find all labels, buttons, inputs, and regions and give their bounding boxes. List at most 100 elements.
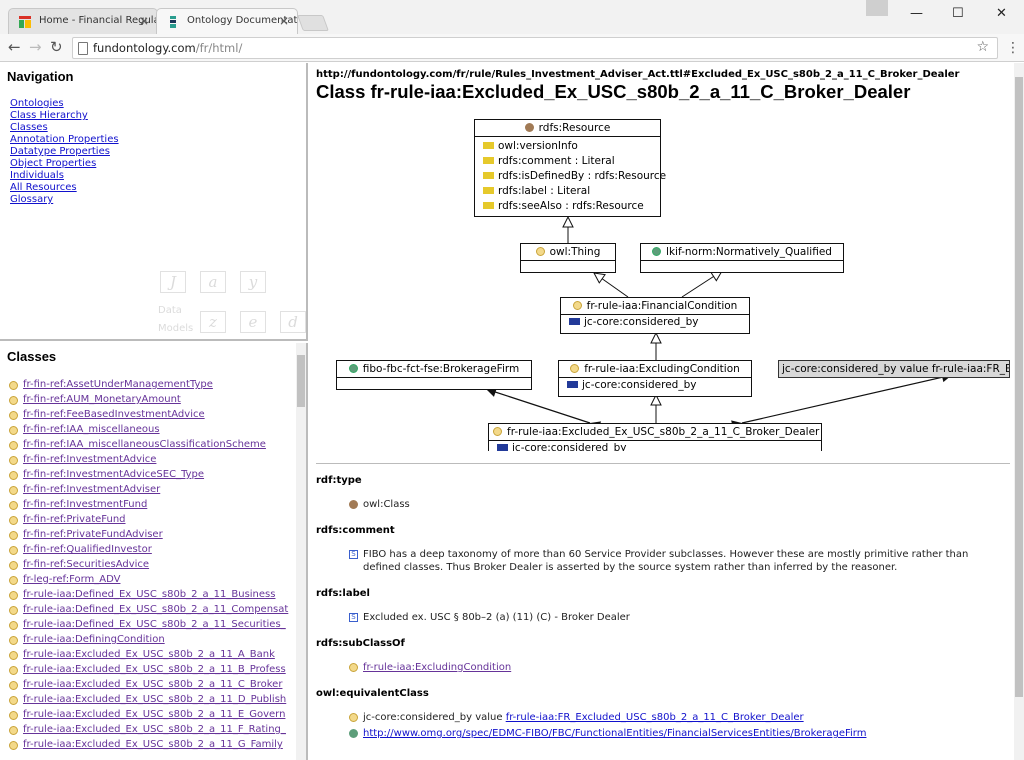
class-list-item[interactable]: fr-fin-ref:InvestmentAdviser — [0, 483, 306, 498]
class-link[interactable]: fr-fin-ref:QualifiedInvestor — [23, 544, 152, 555]
class-link[interactable]: fr-fin-ref:AUM_MonetaryAmount — [23, 394, 181, 405]
class-link[interactable]: fr-fin-ref:AssetUnderManagementType — [23, 379, 213, 390]
class-list-item[interactable]: fr-fin-ref:FeeBasedInvestmentAdvice — [0, 408, 306, 423]
divider — [316, 463, 1010, 464]
scrollbar-thumb[interactable] — [1015, 77, 1023, 697]
class-list-item[interactable]: fr-fin-ref:QualifiedInvestor — [0, 543, 306, 558]
menu-kebab-icon[interactable]: ⋮ — [1006, 40, 1020, 56]
class-link[interactable]: fr-rule-iaa:Excluded_Ex_USC_s80b_2_a_11_… — [23, 679, 282, 690]
class-link[interactable]: fr-rule-iaa:DefiningCondition — [23, 634, 165, 645]
minimize-button[interactable]: — — [910, 6, 923, 21]
class-link[interactable]: fr-fin-ref:PrivateFundAdviser — [23, 529, 163, 540]
class-icon — [9, 471, 18, 480]
nav-link-ontologies[interactable]: Ontologies — [10, 98, 306, 110]
class-link[interactable]: fr-rule-iaa:Excluded_Ex_USC_s80b_2_a_11_… — [23, 664, 286, 675]
nav-link-object-properties[interactable]: Object Properties — [10, 158, 306, 170]
class-list-item[interactable]: fr-fin-ref:IAA_miscellaneousClassificati… — [0, 438, 306, 453]
nav-link-datatype-properties[interactable]: Datatype Properties — [10, 146, 306, 158]
new-tab-button[interactable] — [297, 15, 329, 31]
class-list-item[interactable]: fr-fin-ref:InvestmentFund — [0, 498, 306, 513]
uml-box-excluding-condition[interactable]: fr-rule-iaa:ExcludingCondition jc-core:c… — [558, 360, 752, 397]
scrollbar-thumb[interactable] — [297, 355, 305, 407]
nav-link-annotation-properties[interactable]: Annotation Properties — [10, 134, 306, 146]
class-list-item[interactable]: fr-fin-ref:InvestmentAdviceSEC_Type — [0, 468, 306, 483]
class-list-item[interactable]: fr-fin-ref:SecuritiesAdvice — [0, 558, 306, 573]
class-list-item[interactable]: fr-rule-iaa:Excluded_Ex_USC_s80b_2_a_11_… — [0, 663, 306, 678]
equivalent-class-link[interactable]: fr-rule-iaa:FR_Excluded_USC_s80b_2_a_11_… — [506, 712, 804, 723]
class-list-item[interactable]: fr-fin-ref:IAA_miscellaneous — [0, 423, 306, 438]
class-list-item[interactable]: fr-rule-iaa:Excluded_Ex_USC_s80b_2_a_11_… — [0, 708, 306, 723]
class-link[interactable]: fr-fin-ref:IAA_miscellaneous — [23, 424, 160, 435]
nav-link-class-hierarchy[interactable]: Class Hierarchy — [10, 110, 306, 122]
edge-financial-thing — [594, 273, 629, 298]
class-icon — [9, 621, 18, 630]
nav-link-glossary[interactable]: Glossary — [10, 194, 306, 206]
class-list-item[interactable]: fr-rule-iaa:Excluded_Ex_USC_s80b_2_a_11_… — [0, 648, 306, 663]
nav-link-individuals[interactable]: Individuals — [10, 170, 306, 182]
class-link[interactable]: fr-fin-ref:InvestmentAdviser — [23, 484, 160, 495]
class-list-item[interactable]: fr-fin-ref:AssetUnderManagementType — [0, 378, 306, 393]
url-path: /fr/html/ — [195, 41, 243, 55]
class-list-item[interactable]: fr-rule-iaa:Defined_Ex_USC_s80b_2_a_11_C… — [0, 603, 306, 618]
profile-icon[interactable] — [866, 0, 888, 16]
class-link[interactable]: fr-rule-iaa:Excluded_Ex_USC_s80b_2_a_11_… — [23, 694, 286, 705]
property-icon — [483, 187, 494, 194]
back-arrow-icon[interactable]: ← — [8, 38, 21, 56]
class-list-item[interactable]: fr-rule-iaa:Excluded_Ex_USC_s80b_2_a_11_… — [0, 723, 306, 738]
class-list-item[interactable]: fr-fin-ref:PrivateFund — [0, 513, 306, 528]
edge-main-restriction — [731, 372, 953, 431]
class-link[interactable]: fr-rule-iaa:Defined_Ex_USC_s80b_2_a_11_S… — [23, 619, 286, 630]
class-list-item[interactable]: fr-rule-iaa:Defined_Ex_USC_s80b_2_a_11_S… — [0, 618, 306, 633]
uml-box-rdfs-resource[interactable]: rdfs:Resource owl:versionInfo rdfs:comme… — [474, 119, 666, 217]
tab-close-icon[interactable]: × — [279, 14, 289, 28]
classes-scrollbar[interactable] — [296, 343, 306, 760]
tab-home[interactable]: Home - Financial Regulation × — [8, 8, 158, 34]
uml-box-broker-dealer[interactable]: fr-rule-iaa:Excluded_Ex_USC_s80b_2_a_11_… — [488, 423, 822, 451]
nav-link-all-resources[interactable]: All Resources — [10, 182, 306, 194]
maximize-button[interactable]: ☐ — [952, 6, 964, 21]
class-list-item[interactable]: fr-rule-iaa:Excluded_Ex_USC_s80b_2_a_11_… — [0, 693, 306, 708]
class-link[interactable]: fr-rule-iaa:Excluded_Ex_USC_s80b_2_a_11_… — [23, 649, 275, 660]
forward-arrow-icon[interactable]: → — [29, 38, 42, 56]
restriction-box[interactable]: jc-core:considered_by value fr-rule-iaa:… — [778, 360, 1010, 378]
class-link[interactable]: fr-fin-ref:InvestmentAdvice — [23, 454, 156, 465]
class-link[interactable]: fr-fin-ref:IAA_miscellaneousClassificati… — [23, 439, 266, 450]
class-list-item[interactable]: fr-leg-ref:Form_ADV — [0, 573, 306, 588]
class-list-item[interactable]: fr-fin-ref:InvestmentAdvice — [0, 453, 306, 468]
subclass-link[interactable]: fr-rule-iaa:ExcludingCondition — [363, 662, 511, 673]
bookmark-star-icon[interactable]: ☆ — [976, 39, 989, 55]
prop-label-comment: rdfs:comment — [316, 525, 395, 536]
tab-close-icon[interactable]: × — [139, 14, 149, 28]
class-link[interactable]: fr-fin-ref:FeeBasedInvestmentAdvice — [23, 409, 205, 420]
class-icon — [9, 591, 18, 600]
class-list-item[interactable]: fr-rule-iaa:Excluded_Ex_USC_s80b_2_a_11_… — [0, 678, 306, 693]
class-list-item[interactable]: fr-fin-ref:AUM_MonetaryAmount — [0, 393, 306, 408]
uml-box-owl-thing[interactable]: owl:Thing — [520, 243, 616, 273]
tab-ontology-documentation[interactable]: Ontology Documentation × — [156, 8, 298, 34]
uml-box-financial-condition[interactable]: fr-rule-iaa:FinancialCondition jc-core:c… — [560, 297, 750, 334]
class-link[interactable]: fr-leg-ref:Form_ADV — [23, 574, 120, 585]
reload-icon[interactable]: ↻ — [50, 38, 63, 56]
class-link[interactable]: fr-fin-ref:InvestmentFund — [23, 499, 147, 510]
class-link[interactable]: fr-rule-iaa:Defined_Ex_USC_s80b_2_a_11_B… — [23, 589, 275, 600]
address-bar[interactable]: fundontology.com/fr/html/ ☆ — [72, 37, 998, 59]
class-list-item[interactable]: fr-rule-iaa:Defined_Ex_USC_s80b_2_a_11_B… — [0, 588, 306, 603]
class-link[interactable]: fr-rule-iaa:Defined_Ex_USC_s80b_2_a_11_C… — [23, 604, 288, 615]
class-icon — [524, 123, 534, 132]
class-list-item[interactable]: fr-rule-iaa:Excluded_Ex_USC_s80b_2_a_11_… — [0, 738, 306, 753]
nav-link-classes[interactable]: Classes — [10, 122, 306, 134]
class-link[interactable]: fr-rule-iaa:Excluded_Ex_USC_s80b_2_a_11_… — [23, 709, 285, 720]
uml-box-brokerage-firm[interactable]: fibo-fbc-fct-fse:BrokerageFirm — [336, 360, 532, 390]
class-list-item[interactable]: fr-fin-ref:PrivateFundAdviser — [0, 528, 306, 543]
class-link[interactable]: fr-rule-iaa:Excluded_Ex_USC_s80b_2_a_11_… — [23, 739, 283, 750]
content-scrollbar[interactable] — [1014, 63, 1024, 760]
uml-box-normatively-qualified[interactable]: lkif-norm:Normatively_Qualified — [640, 243, 844, 273]
class-link[interactable]: fr-fin-ref:InvestmentAdviceSEC_Type — [23, 469, 204, 480]
class-link[interactable]: fr-fin-ref:PrivateFund — [23, 514, 126, 525]
class-link[interactable]: fr-fin-ref:SecuritiesAdvice — [23, 559, 149, 570]
equivalent-class-url-link[interactable]: http://www.omg.org/spec/EDMC-FIBO/FBC/Fu… — [363, 728, 866, 739]
close-window-button[interactable]: ✕ — [996, 6, 1007, 21]
class-list-item[interactable]: fr-rule-iaa:DefiningCondition — [0, 633, 306, 648]
class-link[interactable]: fr-rule-iaa:Excluded_Ex_USC_s80b_2_a_11_… — [23, 724, 286, 735]
jayzed-watermark-logo: J a y z e d Data Models — [158, 271, 306, 339]
